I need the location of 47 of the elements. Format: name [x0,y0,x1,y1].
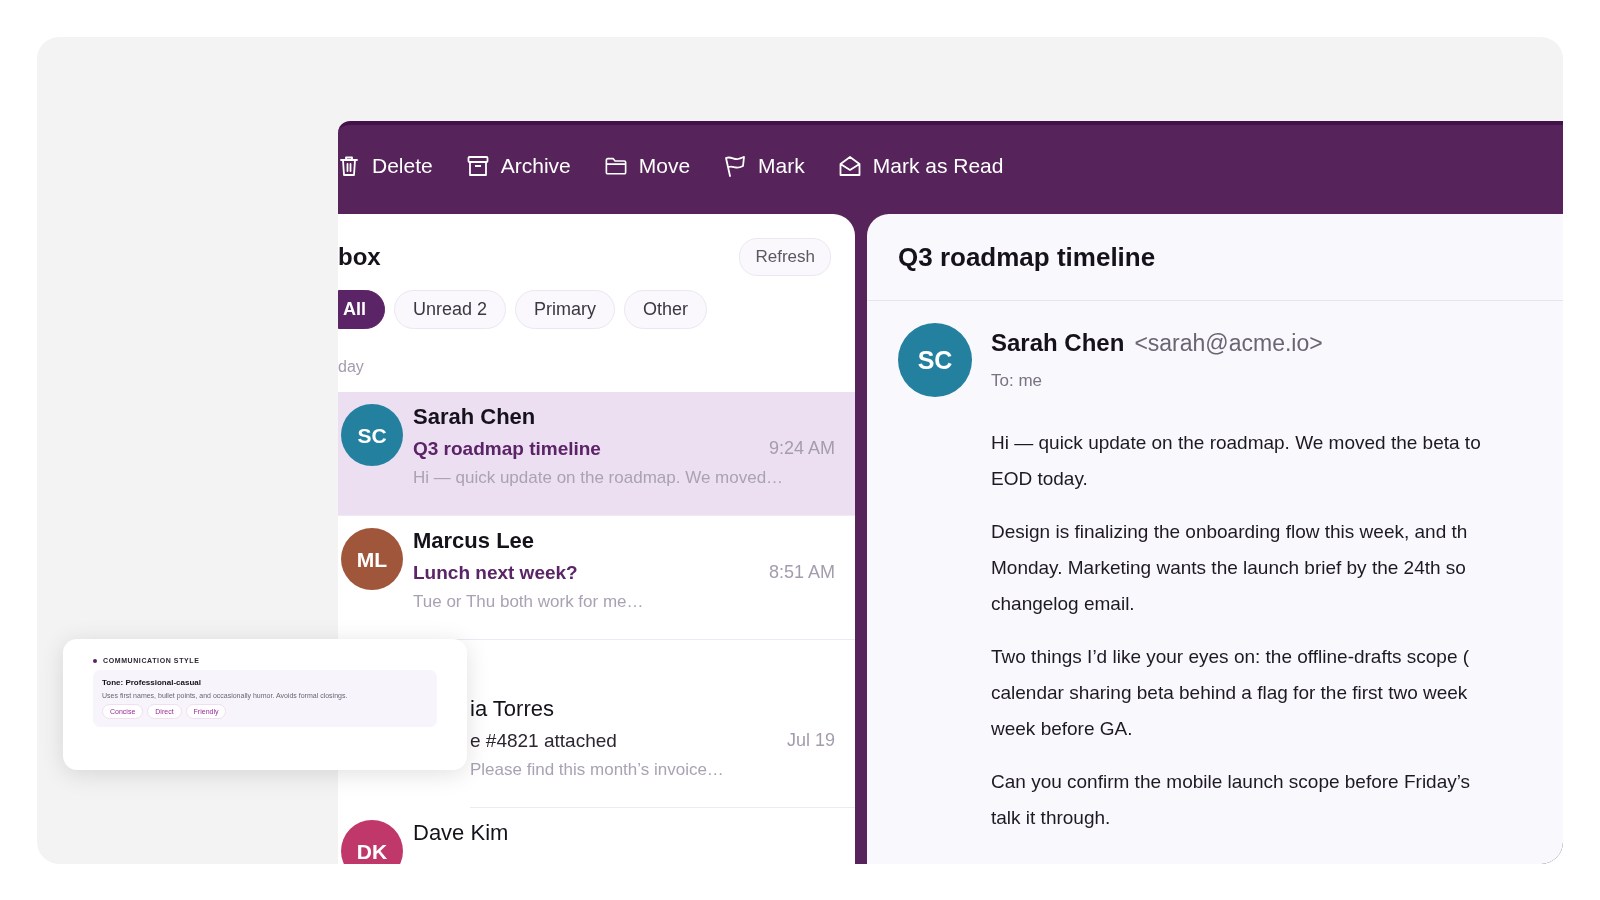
open-envelope-icon [838,154,861,177]
filter-tab[interactable]: Primary [515,290,616,329]
sender-name: ia Torres [470,696,555,722]
filter-tab[interactable]: All [338,290,385,329]
filter-tab[interactable]: Unread 2 [394,290,507,329]
email-paragraph: Hi — quick update on the roadmap. We moved the beta to EOD today. [991,431,1482,491]
message-row[interactable]: ML Marcus Lee Lunch next week? 8:51 AM Tue or Thu both work for me… [338,516,855,640]
email-paragraph: Design is finalizing the onboarding flow this week, and th Monday. Marketing wants the launch brief by the 24th so changelog email. [991,520,1469,616]
preview-text: Tue or Thu both work for me… [413,592,645,612]
bullet-dot-icon [93,658,97,663]
message-subject: Q3 roadmap timeline [898,242,1156,272]
preview-text: Please find this month’s invoice… [470,760,725,780]
email-paragraph: Can you confirm the mobile launch scope before Friday’s talk it through. [991,770,1472,830]
recipient-text: To: me [991,371,1044,391]
trash-icon [338,154,360,177]
avatar: SC [341,404,403,466]
subject-text: Q3 roadmap timeline [413,438,601,460]
toolbar-button[interactable]: Archive [466,153,571,178]
avatar: SC [898,323,972,397]
toolbar-button[interactable]: Mark [724,153,805,178]
subject-text: e #4821 attached [470,730,617,752]
filter-tab[interactable]: Other [624,290,708,329]
sender-name: Marcus Lee [413,528,536,554]
avatar: DK [341,820,403,864]
time-text: 8:51 AM [768,562,835,584]
avatar: ML [341,528,403,590]
toolbar-button[interactable]: Delete [338,153,433,178]
inbox-title: box [338,243,381,271]
message-row[interactable]: DK Dave Kim [338,808,855,864]
time-text: Jul 19 [786,730,835,752]
tone-title: Tone: Professional-casual [102,678,202,687]
sender-name: Sarah Chen [991,329,1125,357]
toolbar-button[interactable]: Mark as Read [838,153,1004,178]
archive-box-icon [466,154,489,177]
message-row[interactable]: ia Torres e #4821 attached Jul 19 Please find this month’s invoice… [470,684,855,808]
email-paragraph: Two things I’d like your eyes on: the offline-drafts scope ( calendar sharing beta behind a flag for the first two week week before GA. [991,645,1471,741]
sender-name: Dave Kim [413,820,510,846]
time-text: 9:24 AM [768,438,835,460]
subject-text: Lunch next week? [413,562,578,584]
sender-email: <sarah@acme.io> [1134,330,1323,357]
toolbar-button[interactable]: Move [604,153,691,178]
date-group-label: day [338,357,364,376]
message-row[interactable]: SC Sarah Chen Q3 roadmap timeline 9:24 AM Hi — quick update on the roadmap. We moved… [338,392,855,516]
sender-name: Sarah Chen [413,404,537,430]
refresh-button[interactable]: Refresh [739,238,831,276]
preview-text: Hi — quick update on the roadmap. We moved… [413,468,785,488]
flag-icon [724,154,747,177]
